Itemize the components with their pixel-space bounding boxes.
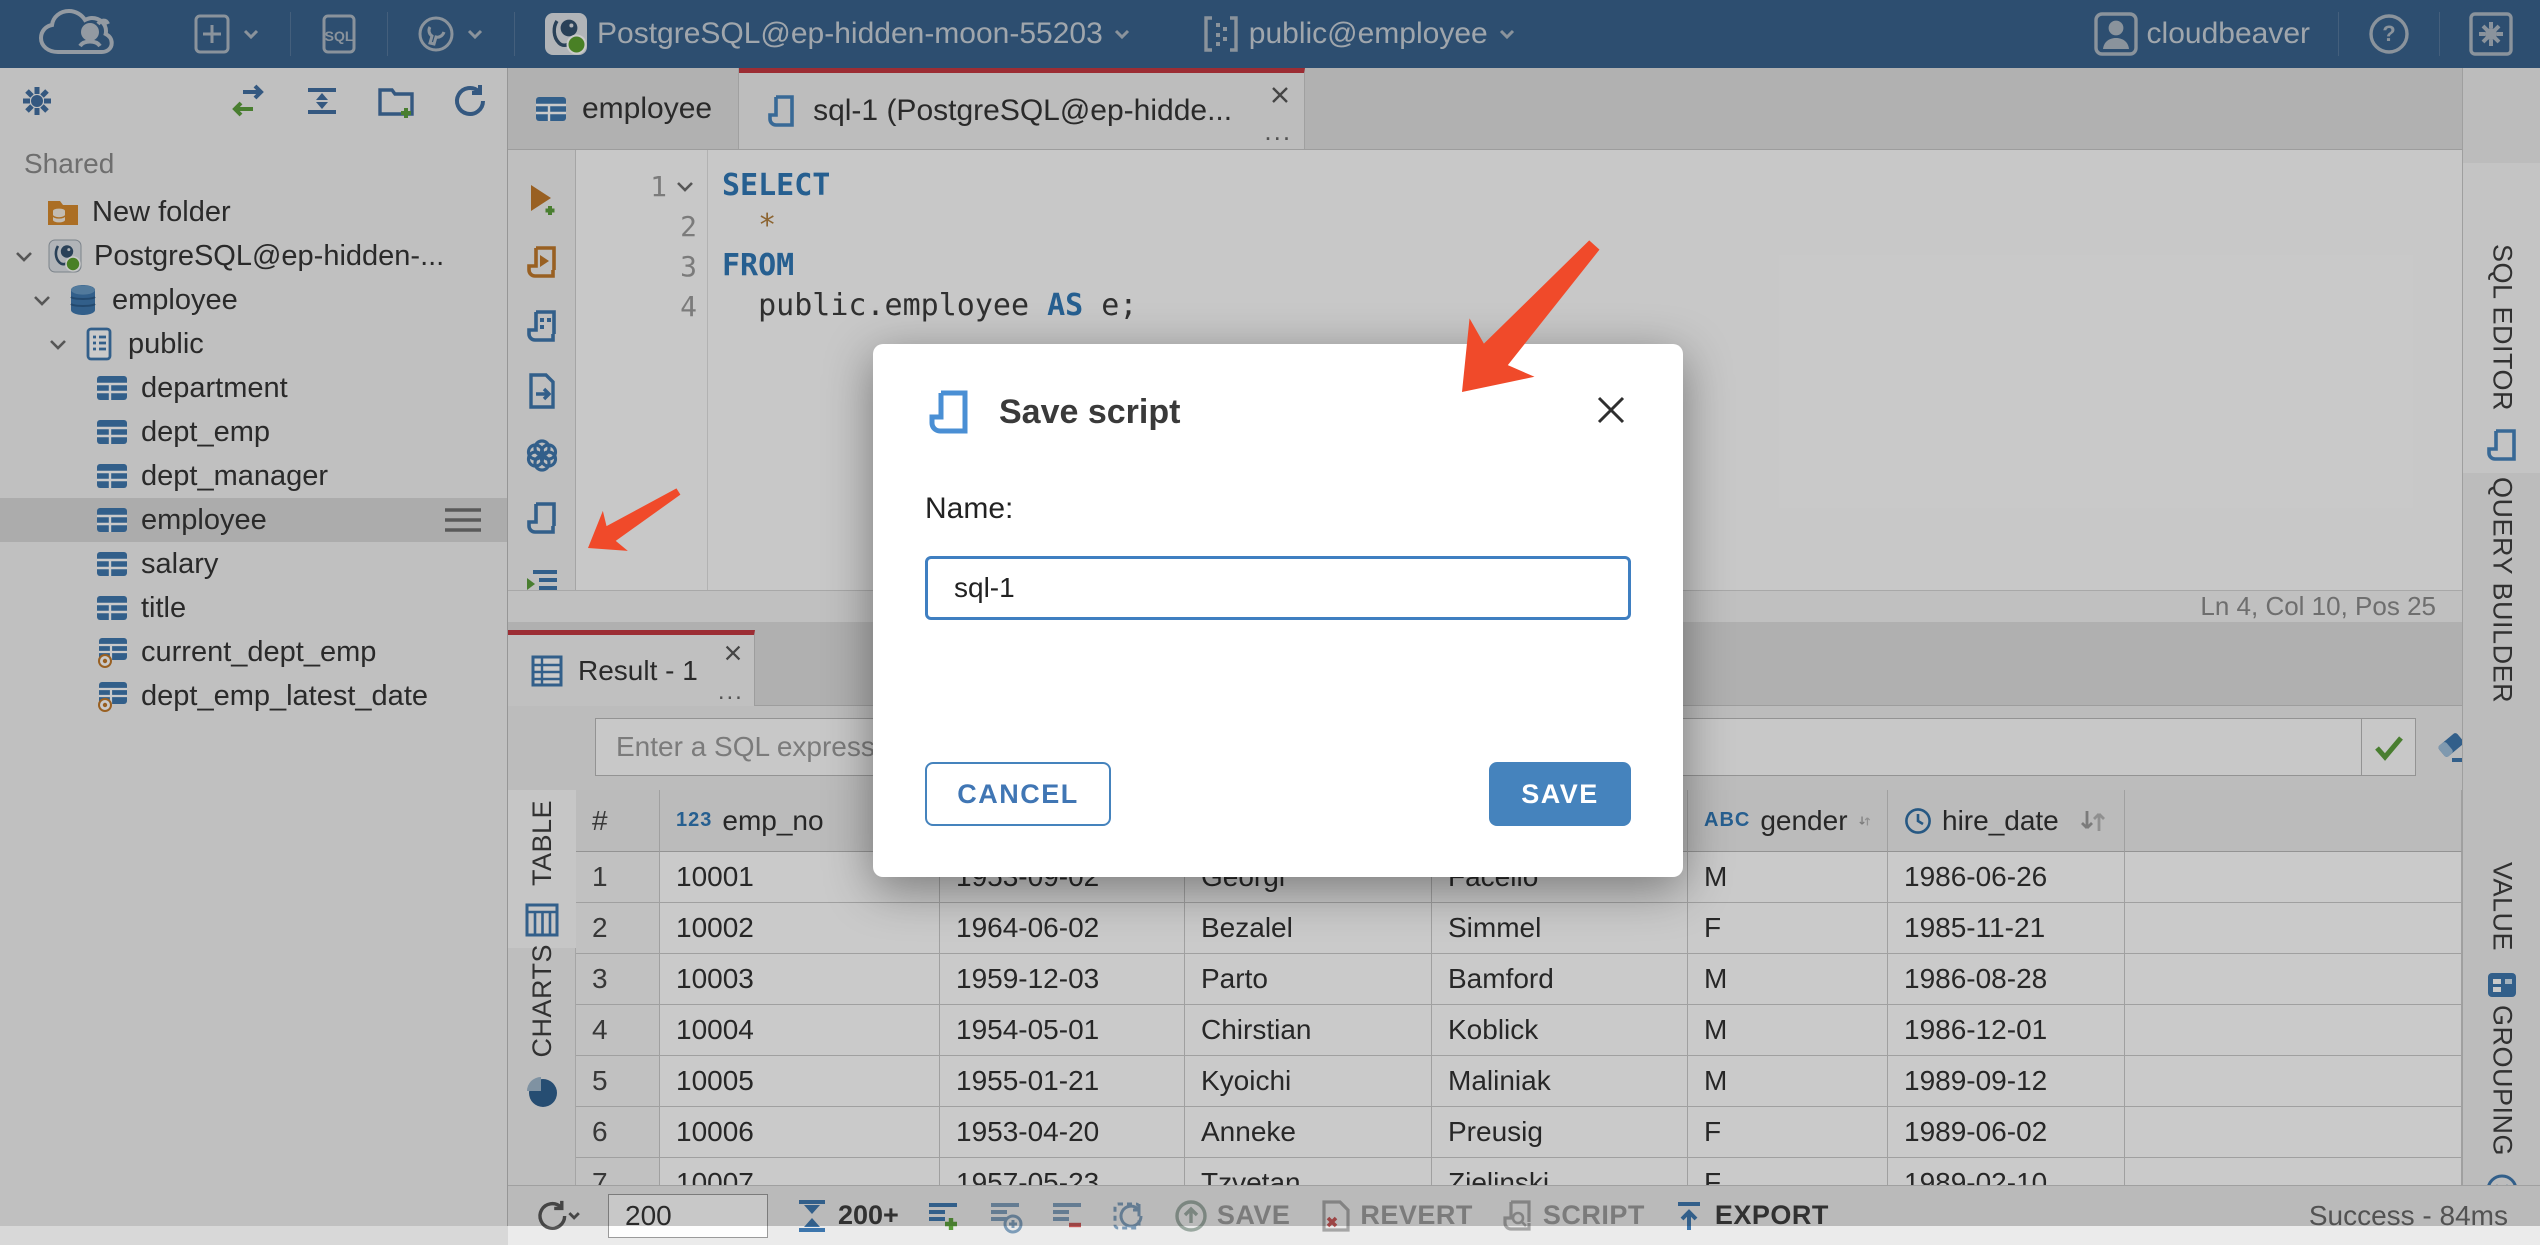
cancel-button[interactable]: CANCEL bbox=[925, 762, 1111, 826]
save-script-dialog: Save script Name: CANCEL SAVE bbox=[873, 344, 1683, 877]
dialog-title: Save script bbox=[999, 393, 1180, 432]
script-icon bbox=[925, 388, 973, 436]
save-button[interactable]: SAVE bbox=[1489, 762, 1631, 826]
close-dialog-icon[interactable] bbox=[1591, 390, 1631, 430]
cloudbeaver-app: SQL PostgreSQL@ep-hidden-moon-55203 bbox=[0, 0, 2540, 1226]
name-field-label: Name: bbox=[925, 492, 1013, 526]
script-name-input[interactable] bbox=[925, 556, 1631, 620]
